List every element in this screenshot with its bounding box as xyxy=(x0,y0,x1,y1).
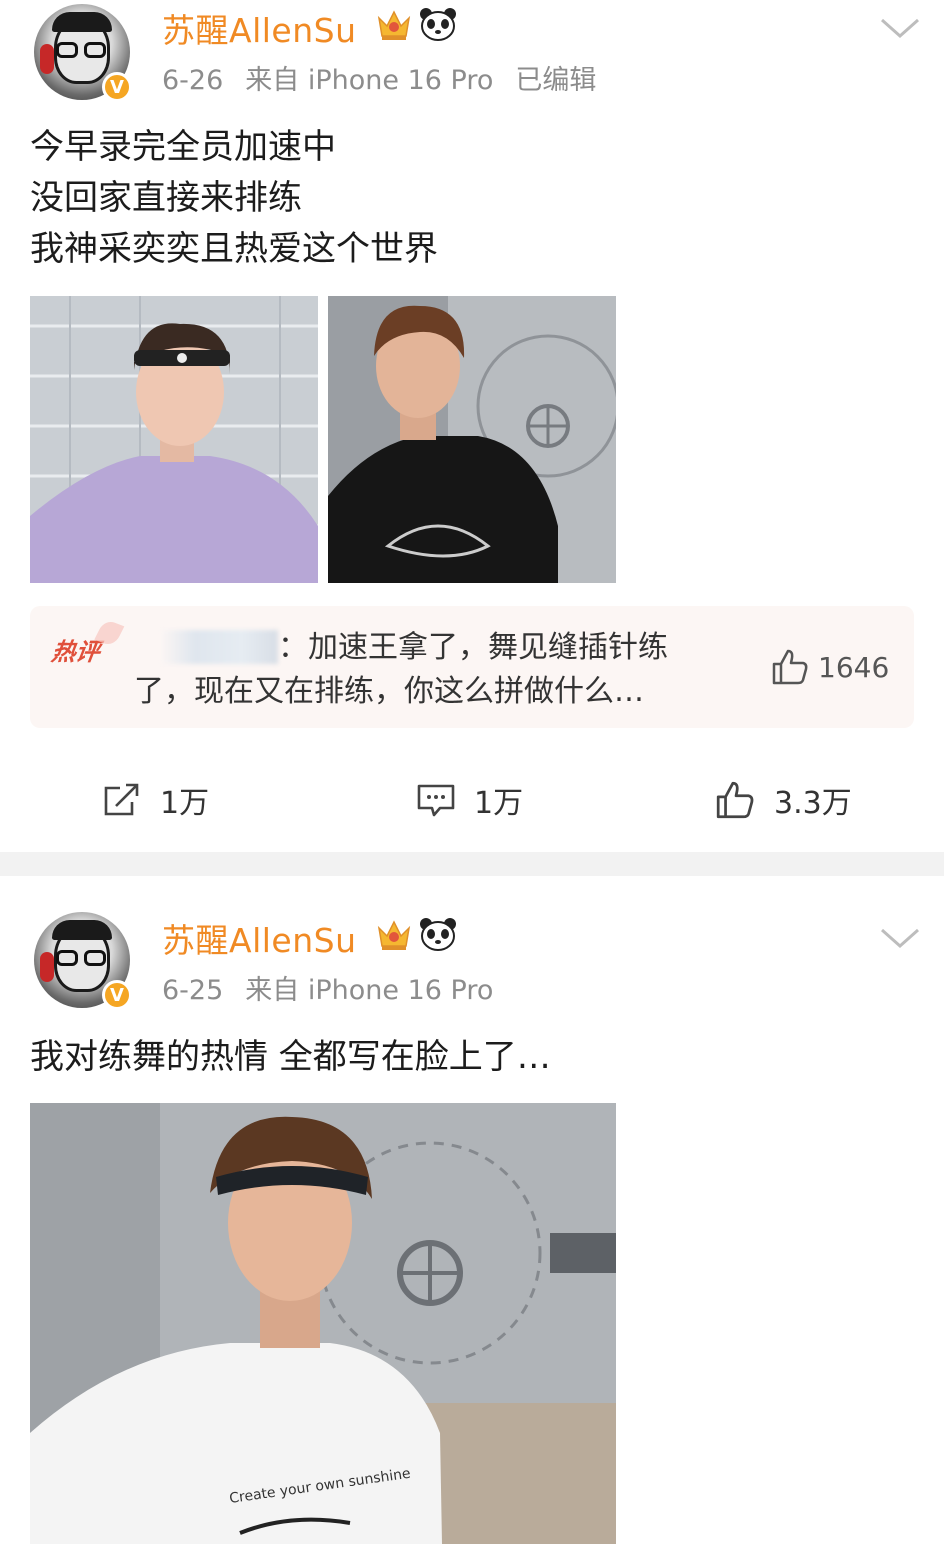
repost-count: 1万 xyxy=(160,786,210,821)
avatar-accent xyxy=(40,44,54,74)
post-source: 来自 iPhone 16 Pro xyxy=(245,975,494,1006)
repost-icon xyxy=(104,783,139,816)
avatar-glasses xyxy=(84,950,106,966)
avatar-hair xyxy=(52,920,112,940)
weibo-post-2: V 苏醒AllenSu 6-25 来自 iPhone 16 Pro 我对练舞的热情… xyxy=(0,876,944,1544)
post-date: 6-25 xyxy=(162,975,224,1006)
crown-icon[interactable] xyxy=(376,8,412,42)
like-icon xyxy=(716,781,754,819)
avatar-glasses xyxy=(84,42,106,58)
hot-comment-like-count: 1646 xyxy=(818,650,890,684)
like-button[interactable]: 3.3万 xyxy=(714,778,852,822)
text-line: 没回家直接来排练 xyxy=(30,178,302,218)
post-photo[interactable] xyxy=(328,296,616,583)
avatar-accent xyxy=(40,952,54,982)
hot-comment-line: ：加速王拿了，舞见缝插针练 xyxy=(278,630,668,665)
text-line: 我对练舞的热情 全都写在脸上了… xyxy=(30,1037,551,1077)
post-text: 我对练舞的热情 全都写在脸上了… xyxy=(30,1032,551,1083)
post-date: 6-26 xyxy=(162,65,224,96)
hot-comment-like-button[interactable]: 1646 xyxy=(770,648,889,686)
crown-icon[interactable] xyxy=(376,918,412,952)
panda-icon[interactable] xyxy=(418,6,458,42)
avatar-glasses xyxy=(56,950,78,966)
avatar-glasses xyxy=(56,42,78,58)
edited-label: 已编辑 xyxy=(515,65,597,96)
hot-comment[interactable]: 热评 ：加速王拿了，舞见缝插针练 了，现在又在排练，你这么拼做什么… 1646 xyxy=(30,606,914,728)
hot-comment-text: ：加速王拿了，舞见缝插针练 了，现在又在排练，你这么拼做什么… xyxy=(134,626,754,714)
text-line: 今早录完全员加速中 xyxy=(30,127,336,167)
comment-icon xyxy=(417,784,455,817)
like-icon xyxy=(772,649,808,685)
action-bar: 1万 1万 3.3万 xyxy=(0,778,944,838)
post-photo[interactable]: Create your own sunshine xyxy=(30,1103,616,1544)
author-name[interactable]: 苏醒AllenSu xyxy=(162,914,357,962)
comment-button[interactable]: 1万 xyxy=(416,778,523,822)
post-separator xyxy=(0,852,944,876)
avatar[interactable]: V xyxy=(34,912,132,1010)
post-photo[interactable] xyxy=(30,296,318,583)
weibo-post-1: V 苏醒AllenSu 6-26 来自 iPhone 16 Pro 已编辑 今早录完… xyxy=(0,0,944,852)
post-meta: 6-25 来自 iPhone 16 Pro xyxy=(162,968,515,1007)
verified-badge-icon: V xyxy=(102,72,132,102)
text-line: 我神采奕奕且热爱这个世界 xyxy=(30,229,438,269)
author-name[interactable]: 苏醒AllenSu xyxy=(162,4,357,52)
post-meta: 6-26 来自 iPhone 16 Pro 已编辑 xyxy=(162,58,618,97)
post-source: 来自 iPhone 16 Pro xyxy=(245,65,494,96)
verified-badge-icon: V xyxy=(102,980,132,1010)
chevron-down-icon[interactable] xyxy=(878,16,922,40)
like-count: 3.3万 xyxy=(774,786,852,821)
hot-comment-tag: 热评 xyxy=(50,632,103,667)
comment-count: 1万 xyxy=(474,786,524,821)
repost-button[interactable]: 1万 xyxy=(102,778,209,822)
post-text: 今早录完全员加速中 没回家直接来排练 我神采奕奕且热爱这个世界 xyxy=(30,122,438,275)
avatar[interactable]: V xyxy=(34,4,132,102)
panda-icon[interactable] xyxy=(418,916,458,952)
chevron-down-icon[interactable] xyxy=(878,926,922,950)
avatar-hair xyxy=(52,12,112,32)
hot-comment-line: 了，现在又在排练，你这么拼做什么… xyxy=(134,674,644,709)
